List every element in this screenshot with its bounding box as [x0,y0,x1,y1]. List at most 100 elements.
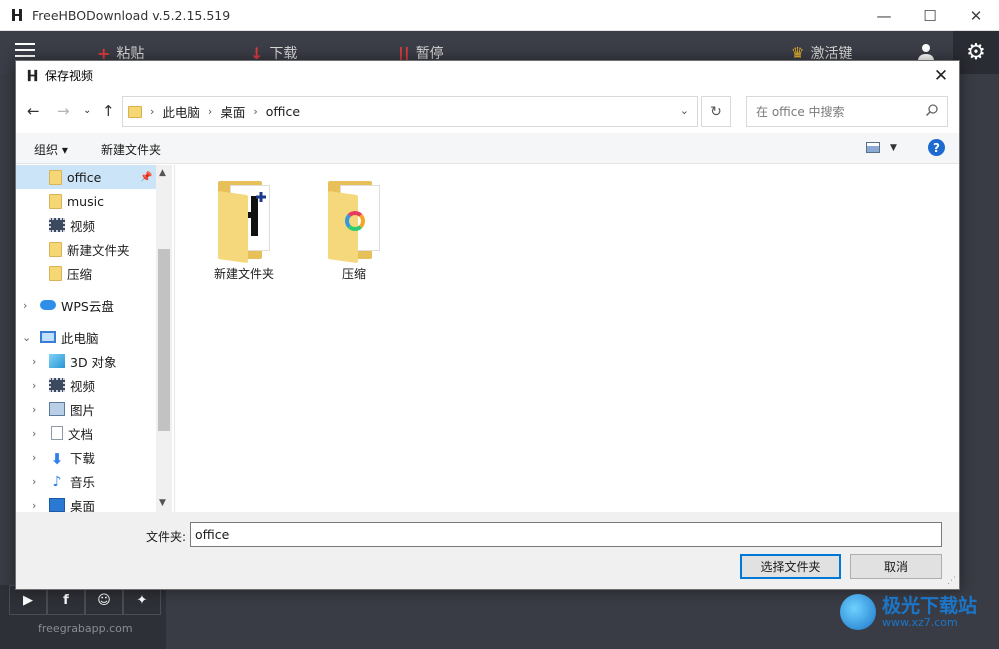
nav-item-3d-objects[interactable]: 3D 对象 [16,349,156,373]
dialog-close-icon[interactable]: ✕ [931,66,951,86]
nav-item-office[interactable]: office 📌 [16,165,156,189]
file-item-label: 压缩 [341,267,366,281]
cancel-button[interactable]: 取消 [850,554,942,579]
file-item-new-folder[interactable]: 新建文件夹 [199,181,289,282]
nav-item-label: 新建文件夹 [67,242,130,258]
dialog-title: 保存视频 [45,69,94,83]
cloud-icon [40,300,56,310]
nav-item-videos[interactable]: 视频 [16,373,156,397]
nav-item-label: 音乐 [70,474,96,490]
select-folder-button[interactable]: 选择文件夹 [740,554,841,579]
refresh-icon[interactable]: ↻ [701,96,731,127]
dialog-bottom-panel: 文件夹: office 选择文件夹 取消 ⋰ [16,512,959,589]
nav-item-new-folder[interactable]: 新建文件夹 [16,237,156,261]
watermark-name: 极光下载站 [882,594,978,617]
nav-item-label: 下载 [70,450,96,466]
help-icon[interactable]: ? [928,139,945,156]
nav-item-documents[interactable]: 文档 [16,421,156,445]
breadcrumb-office[interactable]: office [266,104,300,119]
maximize-button[interactable]: ☐ [907,0,953,31]
chevron-right-icon: › [150,105,155,118]
computer-icon [40,331,56,343]
new-folder-button[interactable]: 新建文件夹 [101,141,161,158]
view-icon [866,142,880,153]
dialog-titlebar: 保存视频 ✕ [16,61,959,90]
nav-item-label: WPS云盘 [61,298,114,314]
nav-item-label: 图片 [70,402,96,418]
forward-arrow-icon[interactable]: → [57,102,70,120]
dialog-logo-icon [25,69,39,83]
film-icon [49,218,65,232]
nav-item-downloads[interactable]: ⬇ 下载 [16,445,156,469]
nav-item-wps-cloud[interactable]: WPS云盘 [16,293,156,317]
scroll-thumb[interactable] [158,249,170,431]
watermark-url: www.xz7.com [882,615,958,629]
nav-item-compressed[interactable]: 压缩 [16,261,156,285]
watermark-logo-icon [840,594,876,630]
search-placeholder: 在 office 中搜索 [756,105,845,119]
document-icon [51,426,63,440]
nav-item-label: 压缩 [67,266,93,282]
site-link[interactable]: freegrabapp.com [38,622,133,635]
breadcrumb-this-pc[interactable]: 此电脑 [162,102,200,121]
picture-icon [49,402,65,416]
search-icon [925,103,939,120]
navigation-bar: ← → ⌄ ↑ › 此电脑 › 桌面 › office ⌄ ↻ 在 office… [16,91,959,131]
folder-name-value: office [195,527,230,542]
address-dropdown-icon[interactable]: ⌄ [680,104,689,117]
window-controls: — ☐ ✕ [861,0,999,31]
nav-item-music-pc[interactable]: ♪ 音乐 [16,469,156,493]
folder-icon [49,193,62,209]
nav-item-label: music [67,193,104,209]
back-arrow-icon[interactable]: ← [27,102,40,120]
resize-grip-icon[interactable]: ⋰ [947,576,956,586]
folder-icon [49,265,62,281]
command-bar: 组织 ▾ 新建文件夹 ▼ ? [16,133,959,164]
nav-item-label: 文档 [68,426,94,442]
minimize-button[interactable]: — [861,0,907,31]
nav-item-music[interactable]: music [16,189,156,213]
recent-locations-chevron-icon[interactable]: ⌄ [83,105,91,116]
nav-item-desktop[interactable]: 桌面 [16,493,156,512]
search-input[interactable]: 在 office 中搜索 [746,96,948,127]
chevron-right-icon: › [253,105,258,118]
app-titlebar: FreeHBODownload v.5.2.15.519 — ☐ ✕ [0,0,999,31]
nav-item-label: 视频 [70,378,96,394]
folder-name-input[interactable]: office [190,522,942,547]
hamburger-menu-icon[interactable] [15,43,35,59]
app-folder-icon [218,181,270,264]
scroll-up-icon[interactable]: ▲ [159,168,166,178]
pin-icon: 📌 [140,171,153,183]
nav-item-label: 3D 对象 [70,354,117,370]
app-title: FreeHBODownload v.5.2.15.519 [32,7,231,23]
nav-pane-scrollbar[interactable]: ▲ ▼ [156,165,172,512]
save-video-dialog: 保存视频 ✕ ← → ⌄ ↑ › 此电脑 › 桌面 › office ⌄ ↻ 在… [15,60,960,590]
up-arrow-icon[interactable]: ↑ [102,102,115,120]
nav-item-this-pc[interactable]: 此电脑 [16,325,156,349]
file-item-compressed[interactable]: 压缩 [309,181,399,282]
chevron-down-icon: ▼ [890,142,897,153]
navigation-pane: office 📌 music 视频 新建文件夹 压缩 › WPS云盘 ⌄ 此电脑 [16,165,172,512]
file-list: 新建文件夹 压缩 [174,165,959,512]
close-window-button[interactable]: ✕ [953,0,999,31]
folder-icon [49,241,62,257]
nav-item-pictures[interactable]: 图片 [16,397,156,421]
breadcrumb-desktop[interactable]: 桌面 [220,102,245,121]
folder-icon [128,105,142,118]
scroll-down-icon[interactable]: ▼ [159,498,166,508]
nav-item-label: office [67,169,102,185]
folder-label: 文件夹: [146,530,187,544]
music-note-icon: ♪ [52,474,62,490]
3d-objects-icon [49,354,65,368]
nav-item-videos-quick[interactable]: 视频 [16,213,156,237]
address-bar[interactable]: › 此电脑 › 桌面 › office ⌄ [122,96,698,127]
color-folder-icon [328,181,380,264]
folder-icon [49,169,62,185]
film-icon [49,378,65,392]
view-options-button[interactable]: ▼ [866,142,897,153]
watermark: 极光下载站 www.xz7.com [840,594,977,630]
app-sidebar-bottom: ▶ f ☺ ✦ freegrabapp.com [0,585,166,649]
organize-button[interactable]: 组织 ▾ [34,141,68,158]
nav-item-label: 桌面 [70,498,96,513]
download-icon: ⬇ [50,450,64,468]
